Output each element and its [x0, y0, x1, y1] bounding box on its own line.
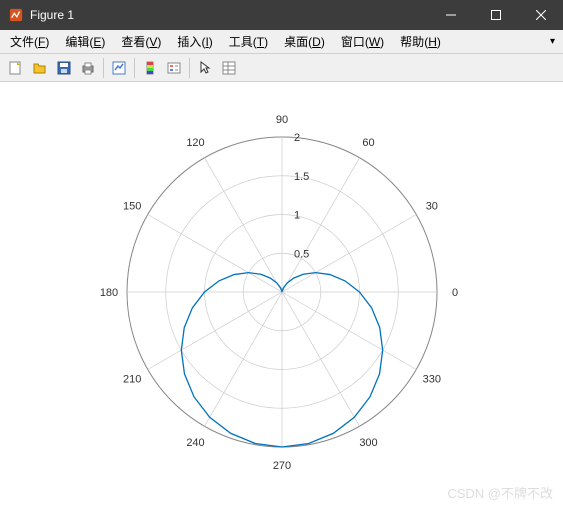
svg-text:2: 2 [294, 132, 300, 144]
svg-text:240: 240 [186, 437, 204, 449]
link-button[interactable] [107, 56, 131, 80]
toolbar-separator [134, 58, 135, 78]
print-button[interactable] [76, 56, 100, 80]
svg-text:180: 180 [100, 287, 118, 299]
svg-text:120: 120 [186, 137, 204, 149]
colorbar-button[interactable] [138, 56, 162, 80]
svg-text:300: 300 [359, 437, 377, 449]
menu-window[interactable]: 窗口(W) [333, 30, 392, 53]
menu-edit[interactable]: 编辑(E) [57, 30, 113, 53]
svg-text:90: 90 [276, 114, 288, 126]
figure-canvas[interactable]: 03060901201501802102402703003300.511.52 … [0, 82, 563, 508]
minimize-button[interactable] [428, 0, 473, 30]
menu-view[interactable]: 查看(V) [113, 30, 169, 53]
legend-button[interactable] [162, 56, 186, 80]
menu-tools[interactable]: 工具(T) [221, 30, 276, 53]
menu-help[interactable]: 帮助(H) [392, 30, 449, 53]
menubar: 文件(F) 编辑(E) 查看(V) 插入(I) 工具(T) 桌面(D) 窗口(W… [0, 30, 563, 54]
toolbar [0, 54, 563, 82]
toolbar-separator [103, 58, 104, 78]
property-inspector-button[interactable] [217, 56, 241, 80]
edit-plot-button[interactable] [193, 56, 217, 80]
window-title: Figure 1 [30, 8, 428, 22]
svg-text:210: 210 [123, 374, 141, 386]
svg-text:0.5: 0.5 [294, 248, 309, 260]
window-buttons [428, 0, 563, 30]
svg-text:60: 60 [362, 137, 374, 149]
watermark: CSDN @不牌不改 [447, 483, 553, 502]
polar-axes: 0 30 60 90 120 150 180 210 240 270 300 330 0.5 1 1.5 2 [0, 82, 563, 508]
svg-text:330: 330 [423, 374, 441, 386]
maximize-button[interactable] [473, 0, 518, 30]
menu-file[interactable]: 文件(F) [2, 30, 57, 53]
toolbar-separator [189, 58, 190, 78]
menu-insert[interactable]: 插入(I) [169, 30, 220, 53]
svg-text:1: 1 [294, 210, 300, 222]
open-button[interactable] [28, 56, 52, 80]
menu-desktop[interactable]: 桌面(D) [276, 30, 333, 53]
close-button[interactable] [518, 0, 563, 30]
titlebar: Figure 1 [0, 0, 563, 30]
svg-text:150: 150 [123, 201, 141, 213]
svg-text:270: 270 [273, 460, 291, 472]
matlab-icon [8, 7, 24, 23]
new-figure-button[interactable] [4, 56, 28, 80]
menu-overflow-icon[interactable]: ▾ [544, 36, 561, 47]
svg-text:1.5: 1.5 [294, 171, 309, 183]
save-button[interactable] [52, 56, 76, 80]
svg-text:0: 0 [452, 287, 458, 299]
svg-text:30: 30 [426, 201, 438, 213]
